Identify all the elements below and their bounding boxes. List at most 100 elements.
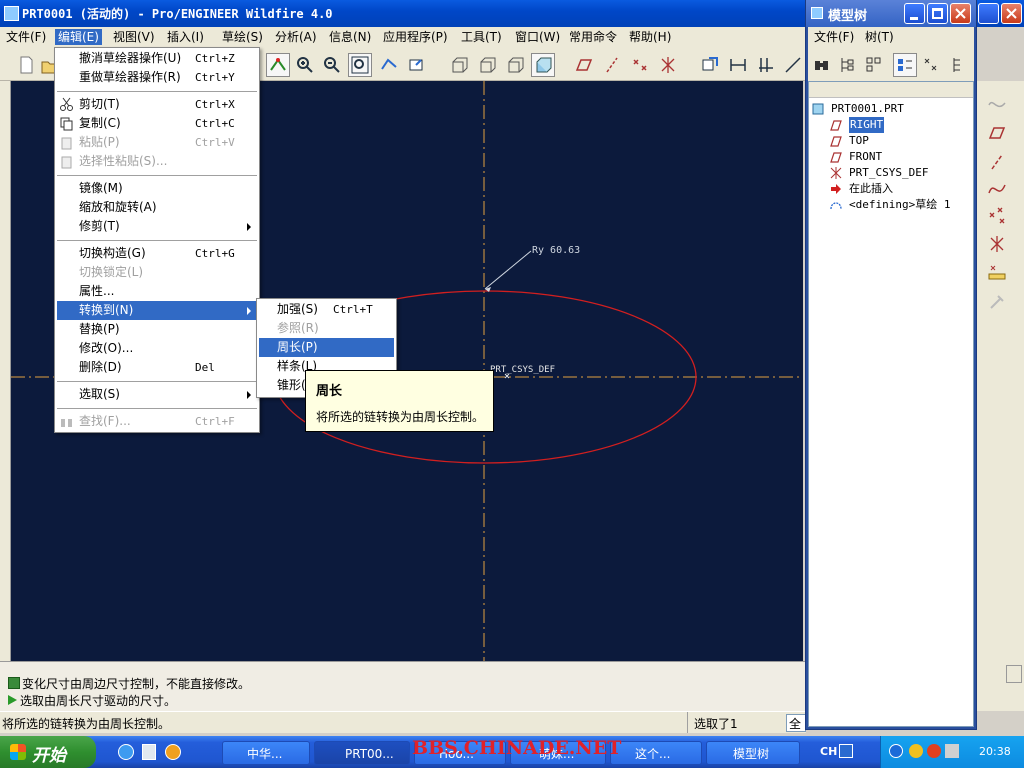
menu-item-mirror[interactable]: 镜像(M) — [57, 179, 257, 198]
taskbar-item[interactable]: 这个... — [610, 741, 702, 765]
menu-applications[interactable]: 应用程序(P) — [380, 29, 451, 45]
left-splitter[interactable] — [0, 81, 11, 661]
menu-item-undo[interactable]: 撤消草绘器操作(U) Ctrl+Z — [57, 49, 257, 68]
sketch-display-icon[interactable] — [266, 53, 290, 77]
minimize-button[interactable] — [904, 3, 925, 24]
curve-tool-icon[interactable] — [986, 177, 1008, 199]
cut-icon — [59, 97, 74, 112]
tooltip-title: 周长 — [316, 384, 343, 399]
menu-item-modify[interactable]: 修改(O)... — [57, 339, 257, 358]
ie-quicklaunch-icon[interactable] — [118, 744, 134, 760]
tree-filter-icon[interactable] — [893, 53, 917, 77]
tray-icon[interactable] — [889, 744, 903, 758]
tree-expand-icon[interactable] — [945, 53, 969, 77]
menu-insert[interactable]: 插入(I) — [164, 29, 207, 45]
zoom-in-icon[interactable] — [293, 53, 317, 77]
model-tree-menu-file[interactable]: 文件(F) — [811, 29, 857, 45]
start-button[interactable]: 开始 — [0, 736, 96, 768]
quicklaunch-icon[interactable] — [165, 744, 181, 760]
datum-axis-display-icon[interactable] — [600, 53, 624, 77]
ry-dimension-label[interactable]: Ry 60.63 — [532, 245, 580, 256]
new-file-icon[interactable] — [14, 53, 38, 77]
menu-common-commands[interactable]: 常用命令 — [566, 29, 620, 45]
menu-help[interactable]: 帮助(H) — [626, 29, 674, 45]
tree-settings-icon[interactable] — [919, 53, 943, 77]
constraint-display-icon[interactable] — [754, 53, 778, 77]
analysis-feature-icon[interactable] — [986, 261, 1008, 283]
menu-file[interactable]: 文件(F) — [3, 29, 49, 45]
submenu-item-perimeter[interactable]: 周长(P) — [259, 338, 394, 357]
model-tree-menu-tree[interactable]: 树(T) — [862, 29, 897, 45]
menu-item-select[interactable]: 选取(S) — [57, 385, 257, 404]
csys-display-icon[interactable] — [656, 53, 680, 77]
no-hidden-icon[interactable] — [503, 53, 527, 77]
axis-tool-icon[interactable] — [986, 151, 1008, 173]
menu-separator — [57, 408, 257, 409]
line-tool-icon[interactable] — [986, 93, 1008, 115]
menu-item-redo[interactable]: 重做草绘器操作(R) Ctrl+Y — [57, 68, 257, 87]
plane-tool-icon[interactable] — [986, 122, 1008, 144]
menu-item-copy[interactable]: 复制(C) Ctrl+C — [57, 114, 257, 133]
main-restore-button[interactable] — [978, 3, 999, 24]
dimension-display-icon[interactable] — [726, 53, 750, 77]
find-binoculars-icon — [59, 414, 74, 429]
zoom-out-icon[interactable] — [320, 53, 344, 77]
menu-item-delete[interactable]: 删除(D) Del — [57, 358, 257, 377]
saved-views-icon[interactable] — [405, 53, 429, 77]
datum-point-display-icon[interactable] — [628, 53, 652, 77]
app-icon — [4, 6, 19, 21]
main-close-button[interactable] — [1001, 3, 1022, 24]
find-icon[interactable] — [810, 53, 834, 77]
menu-item-cut[interactable]: 剪切(T) Ctrl+X — [57, 95, 257, 114]
scroll-up-button[interactable] — [1006, 665, 1022, 683]
quicklaunch-icon[interactable] — [142, 744, 156, 760]
tree-columns-icon[interactable] — [862, 53, 886, 77]
reorient-icon[interactable] — [377, 53, 401, 77]
menu-separator — [57, 240, 257, 241]
vertex-display-icon[interactable] — [781, 53, 805, 77]
input-language[interactable]: CH — [820, 745, 837, 758]
tree-column-header — [809, 82, 973, 98]
hidden-line-icon[interactable] — [475, 53, 499, 77]
csys-icon — [829, 166, 843, 180]
menu-item-properties[interactable]: 属性... — [57, 282, 257, 301]
point-tool-icon[interactable] — [986, 205, 1008, 227]
datum-plane-icon — [829, 118, 843, 132]
csys-label: PRT_CSYS_DEF — [490, 365, 555, 375]
submenu-item-strengthen[interactable]: 加强(S) Ctrl+T — [259, 300, 394, 319]
csys-tool-icon[interactable] — [986, 233, 1008, 255]
tray-icon[interactable] — [839, 744, 853, 758]
close-button[interactable] — [950, 3, 971, 24]
menu-item-toggle-construction[interactable]: 切换构造(G) Ctrl+G — [57, 244, 257, 263]
wireframe-icon[interactable] — [447, 53, 471, 77]
menu-analysis[interactable]: 分析(A) — [272, 29, 320, 45]
maximize-button[interactable] — [927, 3, 948, 24]
taskbar-item[interactable]: 中华... — [222, 741, 310, 765]
sketch-tools-toolbar — [976, 81, 1024, 711]
menu-sketch[interactable]: 草绘(S) — [219, 29, 266, 45]
taskbar-item-model-tree[interactable]: 模型树 — [706, 741, 800, 765]
shading-icon[interactable] — [531, 53, 555, 77]
datum-plane-display-icon[interactable] — [572, 53, 596, 77]
volume-icon[interactable] — [945, 744, 959, 758]
menu-item-replace[interactable]: 替换(P) — [57, 320, 257, 339]
menu-edit[interactable]: 编辑(E) — [55, 29, 102, 45]
sketch-view-icon[interactable] — [698, 53, 722, 77]
menu-item-trim[interactable]: 修剪(T) — [57, 217, 257, 236]
menu-info[interactable]: 信息(N) — [326, 29, 374, 45]
menu-view[interactable]: 视图(V) — [110, 29, 158, 45]
paste-special-icon — [59, 154, 74, 169]
show-tree-icon[interactable] — [836, 53, 860, 77]
tray-icon[interactable] — [909, 744, 923, 758]
menu-window[interactable]: 窗口(W) — [512, 29, 563, 45]
menu-item-convert-to[interactable]: 转换到(N) — [57, 301, 257, 320]
status-divider — [687, 712, 688, 733]
menu-tools[interactable]: 工具(T) — [458, 29, 505, 45]
taskbar-item-active[interactable]: PRT00... — [314, 741, 410, 765]
disabled-tool-icon — [986, 291, 1008, 313]
model-tree-toolbar — [808, 47, 974, 81]
menu-item-scale-rotate[interactable]: 缩放和旋转(A) — [57, 198, 257, 217]
tray-icon[interactable] — [927, 744, 941, 758]
selection-filter-dropdown[interactable]: 全 — [786, 714, 806, 732]
refit-icon[interactable] — [348, 53, 372, 77]
